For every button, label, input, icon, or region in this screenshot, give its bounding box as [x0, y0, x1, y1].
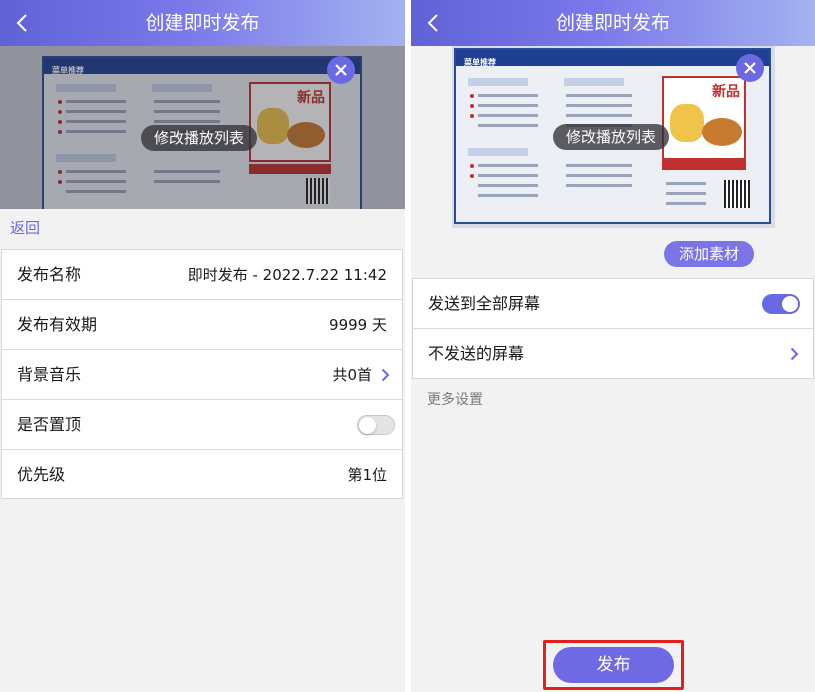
- row-bg-music[interactable]: 背景音乐 共0首: [2, 350, 402, 400]
- back-arrow-icon[interactable]: [14, 0, 38, 46]
- row-label: 发布有效期: [17, 315, 98, 334]
- row-priority[interactable]: 优先级 第1位: [2, 450, 402, 500]
- close-icon[interactable]: [327, 56, 355, 84]
- row-excluded-screens[interactable]: 不发送的屏幕: [413, 329, 813, 379]
- chevron-right-icon: [381, 368, 390, 382]
- chevron-right-icon: [790, 347, 799, 361]
- nav-title: 创建即时发布: [555, 12, 670, 34]
- row-label: 背景音乐: [17, 365, 82, 384]
- publish-name-value: 即时发布 - 2022.7.22 11:42: [187, 266, 387, 284]
- back-arrow-icon[interactable]: [425, 0, 449, 46]
- poster-preview[interactable]: 菜单推荐 新品 修改播放列表: [0, 46, 405, 209]
- nav-bar: 创建即时发布: [0, 0, 405, 46]
- close-icon[interactable]: [736, 54, 764, 82]
- row-label: 是否置顶: [17, 415, 82, 434]
- pin-top-toggle[interactable]: [357, 415, 395, 435]
- publish-button[interactable]: 发布: [553, 647, 674, 683]
- row-label: 不发送的屏幕: [428, 344, 525, 363]
- row-label: 发布名称: [17, 265, 82, 284]
- more-settings-label[interactable]: 更多设置: [427, 389, 483, 409]
- settings-list: 发布名称 即时发布 - 2022.7.22 11:42 发布有效期 9999 天…: [1, 249, 403, 499]
- right-screen: 创建即时发布 菜单推荐 新品 修改播放列表 添加素材 发送到全部屏幕 不发送的屏…: [411, 0, 815, 692]
- poster-header: 菜单推荐: [464, 58, 496, 67]
- row-pin-top: 是否置顶: [2, 400, 402, 450]
- row-label: 优先级: [17, 465, 66, 484]
- row-label: 发送到全部屏幕: [428, 294, 541, 313]
- poster-preview[interactable]: 菜单推荐 新品 修改播放列表: [452, 46, 775, 228]
- poster-new-label: 新品: [712, 84, 740, 100]
- validity-value: 9999 天: [329, 316, 387, 334]
- bg-music-value: 共0首: [332, 366, 372, 384]
- left-screen: 创建即时发布 菜单推荐 新品 修改播放列表 返回 发布名称 即时发布 - 202…: [0, 0, 405, 692]
- back-link[interactable]: 返回: [10, 217, 40, 238]
- edit-playlist-label[interactable]: 修改播放列表: [141, 125, 258, 151]
- edit-playlist-label[interactable]: 修改播放列表: [553, 124, 670, 150]
- send-settings-list: 发送到全部屏幕 不发送的屏幕: [412, 278, 814, 379]
- row-validity[interactable]: 发布有效期 9999 天: [2, 300, 402, 350]
- add-material-button[interactable]: 添加素材: [664, 241, 754, 267]
- priority-value: 第1位: [347, 466, 387, 484]
- row-send-all-screens: 发送到全部屏幕: [413, 279, 813, 329]
- nav-bar: 创建即时发布: [411, 0, 815, 46]
- row-publish-name[interactable]: 发布名称 即时发布 - 2022.7.22 11:42: [2, 250, 402, 300]
- nav-title: 创建即时发布: [145, 12, 260, 34]
- send-all-toggle[interactable]: [762, 294, 800, 314]
